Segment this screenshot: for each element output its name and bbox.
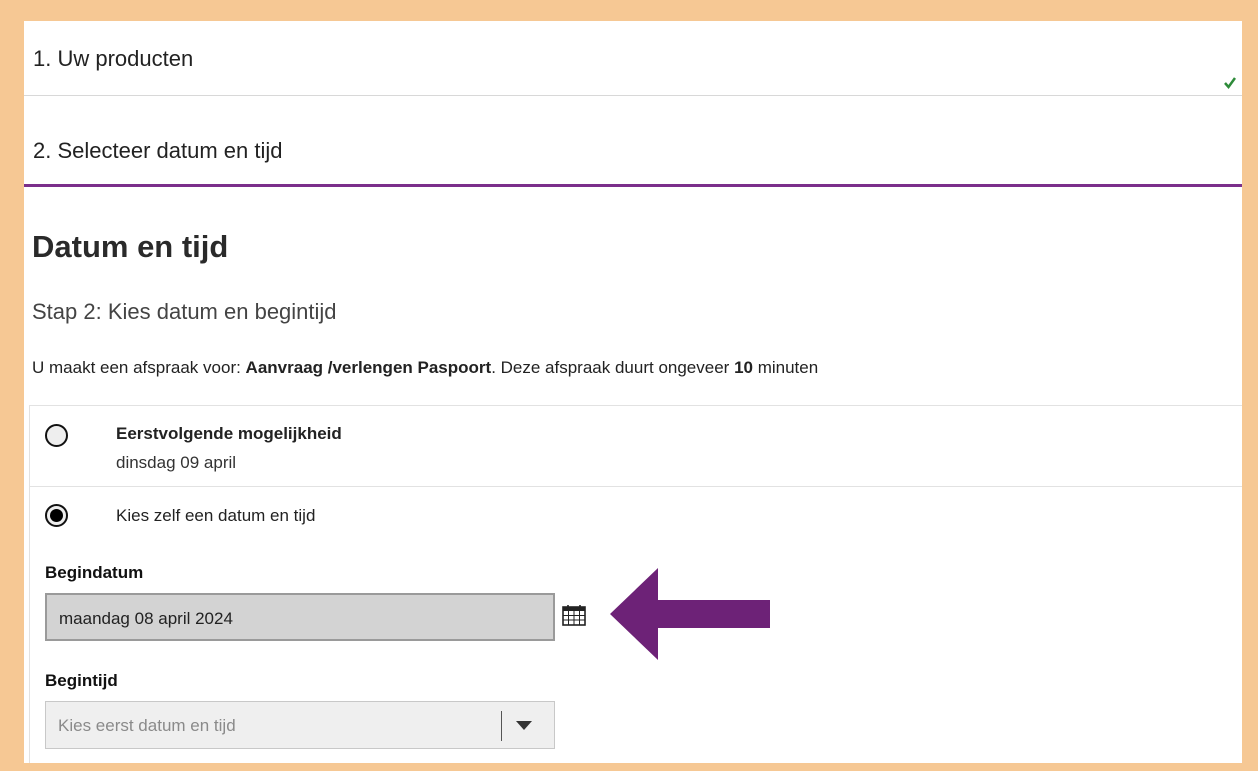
step-2-header[interactable]: 2. Selecteer datum en tijd <box>24 96 1242 187</box>
begintijd-label: Begintijd <box>45 671 118 690</box>
info-product: Aanvraag /verlengen Paspoort <box>245 358 492 377</box>
select-separator <box>501 711 502 741</box>
arrow-left-icon <box>610 568 770 660</box>
first-available-date: dinsdag 09 april <box>116 453 237 472</box>
page-subtitle: Stap 2: Kies datum en begintijd <box>32 299 337 324</box>
step-1-header[interactable]: 1. Uw producten <box>24 21 1242 96</box>
begindatum-input[interactable]: maandag 08 april 2024 <box>45 593 555 641</box>
check-icon <box>1224 77 1236 89</box>
step-2-label: 2. Selecteer datum en tijd <box>33 138 283 163</box>
chevron-down-icon[interactable] <box>516 721 532 730</box>
begintijd-select[interactable]: Kies eerst datum en tijd <box>45 701 555 749</box>
appointment-panel: 1. Uw producten 2. Selecteer datum en ti… <box>24 21 1242 763</box>
radio-first-available[interactable] <box>45 424 68 447</box>
first-available-title: Eerstvolgende mogelijkheid <box>116 424 342 443</box>
choose-self-label: Kies zelf een datum en tijd <box>116 506 316 525</box>
radio-choose-self[interactable] <box>45 504 68 527</box>
info-suffix: minuten <box>752 358 819 377</box>
info-prefix: U maakt een afspraak voor: <box>32 358 246 377</box>
calendar-icon[interactable] <box>562 604 586 626</box>
begintijd-placeholder: Kies eerst datum en tijd <box>58 716 236 735</box>
appointment-info: U maakt een afspraak voor: Aanvraag /ver… <box>32 358 818 378</box>
date-options: Eerstvolgende mogelijkheid dinsdag 09 ap… <box>29 405 1242 763</box>
info-minutes: 10 <box>734 358 753 377</box>
step-1-label: 1. Uw producten <box>33 46 194 71</box>
begindatum-label: Begindatum <box>45 563 144 582</box>
page-title: Datum en tijd <box>32 229 229 264</box>
option-first-available[interactable]: Eerstvolgende mogelijkheid dinsdag 09 ap… <box>30 406 1242 487</box>
info-middle: . Deze afspraak duurt ongeveer <box>491 358 735 377</box>
